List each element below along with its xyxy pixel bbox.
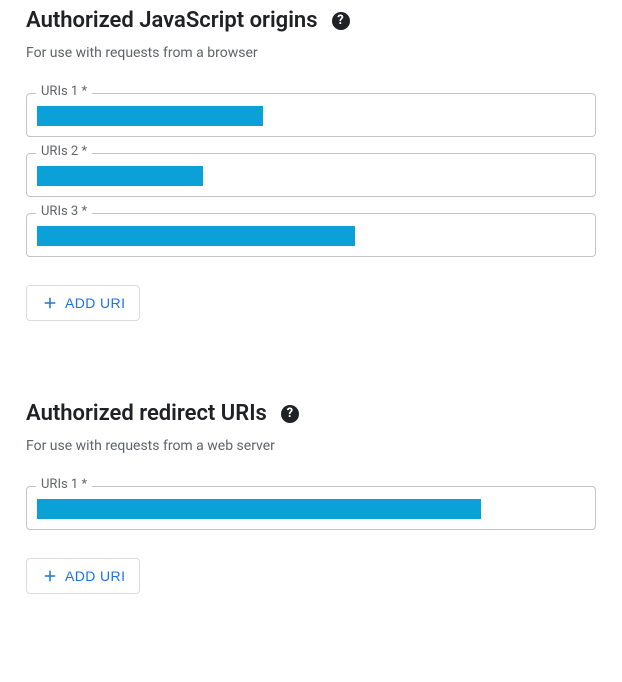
section-description: For use with requests from a web server xyxy=(26,438,596,454)
field-label: URIs 2 * xyxy=(36,144,92,159)
section-header: Authorized JavaScript origins ? xyxy=(26,8,596,33)
section-title-js-origins: Authorized JavaScript origins xyxy=(26,8,318,33)
section-title-redirect-uris: Authorized redirect URIs xyxy=(26,401,267,426)
add-uri-button[interactable]: ADD URI xyxy=(26,558,140,594)
section-header: Authorized redirect URIs ? xyxy=(26,401,596,426)
help-icon[interactable]: ? xyxy=(332,12,350,30)
redacted-value xyxy=(37,226,355,246)
uri-input-1[interactable] xyxy=(26,93,596,137)
redacted-value xyxy=(37,499,481,519)
redacted-value xyxy=(37,166,203,186)
redirect-uri-field-1: URIs 1 * xyxy=(26,486,596,530)
uri-input-3[interactable] xyxy=(26,213,596,257)
field-label: URIs 3 * xyxy=(36,204,92,219)
uri-input-2[interactable] xyxy=(26,153,596,197)
plus-icon xyxy=(41,567,59,585)
field-label: URIs 1 * xyxy=(36,477,92,492)
redacted-value xyxy=(37,106,263,126)
js-origins-section: Authorized JavaScript origins ? For use … xyxy=(26,8,596,321)
section-description: For use with requests from a browser xyxy=(26,45,596,61)
uri-field-1: URIs 1 * xyxy=(26,93,596,137)
redirect-uri-input-1[interactable] xyxy=(26,486,596,530)
plus-icon xyxy=(41,294,59,312)
add-uri-label: ADD URI xyxy=(65,295,125,311)
add-uri-button[interactable]: ADD URI xyxy=(26,285,140,321)
field-label: URIs 1 * xyxy=(36,84,92,99)
help-icon[interactable]: ? xyxy=(281,405,299,423)
add-uri-label: ADD URI xyxy=(65,568,125,584)
uri-field-3: URIs 3 * xyxy=(26,213,596,257)
uri-field-2: URIs 2 * xyxy=(26,153,596,197)
redirect-uris-section: Authorized redirect URIs ? For use with … xyxy=(26,401,596,594)
